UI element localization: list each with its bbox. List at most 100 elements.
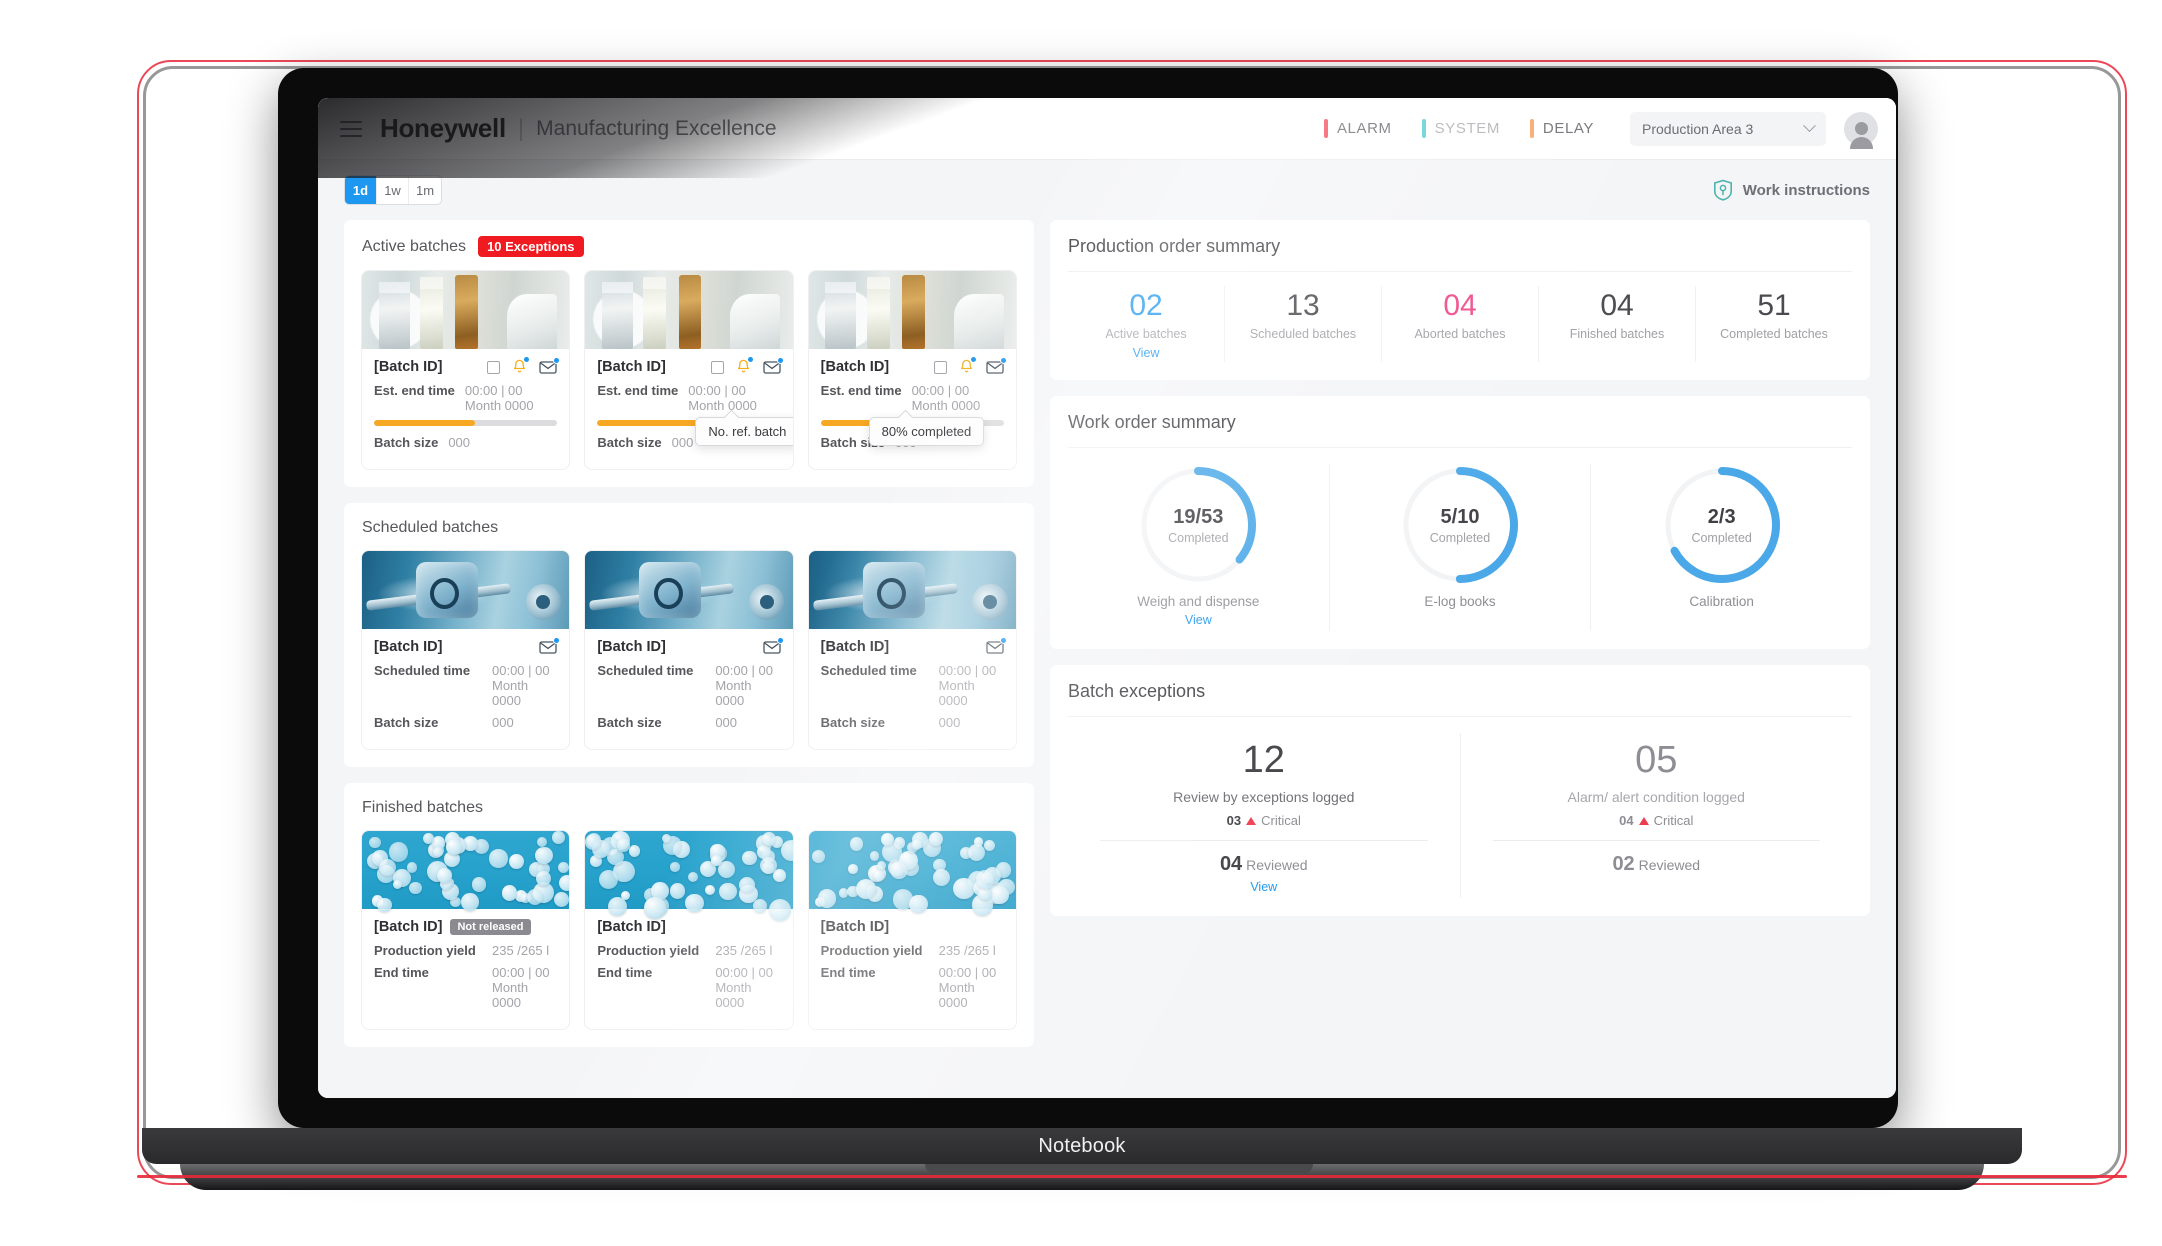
active-batch-card[interactable]: [Batch ID] Est. end time 00:00 | 00 Mont… <box>808 271 1016 469</box>
pill-shape <box>967 843 985 862</box>
production-yield-value: 235 /265 l <box>492 943 550 958</box>
batch-thumbnail-pills <box>362 831 570 913</box>
pill-shape <box>607 896 627 916</box>
pill-shape <box>932 868 950 886</box>
chevron-down-icon <box>1803 119 1816 133</box>
active-batch-body: [Batch ID] Est. end time 00:00 | 00 Mont… <box>362 349 569 469</box>
stat-value: 04 <box>1443 289 1477 322</box>
batch-size-label: Batch size <box>597 435 662 450</box>
production-area-select[interactable]: Production Area 3 <box>1630 111 1826 146</box>
exception-critical-label: Critical <box>1261 813 1301 829</box>
stat-completed-batches[interactable]: 51 Completed batches <box>1696 286 1852 362</box>
ampoule-shape <box>901 274 925 349</box>
pill-shape <box>535 846 553 865</box>
shield-badge-icon <box>1713 179 1732 201</box>
scheduled-batch-card[interactable]: [Batch ID] Scheduled time 00:00 | 00 Mon… <box>808 551 1016 749</box>
end-time-label: End time <box>597 965 653 980</box>
pill-shape <box>983 839 996 852</box>
batch-progress-fill <box>374 420 475 426</box>
batch-thumbnail-machinery <box>585 551 793 629</box>
est-end-time-row: Est. end time 00:00 | 00 Month 0000 <box>821 383 1004 413</box>
status-indicator-delay[interactable]: DELAY <box>1529 119 1594 138</box>
hamburger-icon[interactable] <box>340 120 362 137</box>
donut-weigh-and-dispense[interactable]: 19/53 Completed Weigh and dispense View <box>1068 464 1330 632</box>
exceptions-badge[interactable]: 10 Exceptions <box>478 236 584 257</box>
checkbox-icon[interactable] <box>933 360 947 374</box>
status-bar-delay <box>1529 119 1534 138</box>
stat-scheduled-batches[interactable]: 13 Scheduled batches <box>1225 286 1382 363</box>
finished-batch-card[interactable]: [Batch ID] Production yield 235 /265 l E… <box>808 831 1016 1029</box>
pill-shape <box>552 831 565 844</box>
pill-shape <box>616 838 631 852</box>
view-link[interactable]: View <box>1068 613 1329 627</box>
bell-icon[interactable] <box>736 356 754 375</box>
mail-icon[interactable] <box>986 637 1007 654</box>
work-instructions-button[interactable]: Work instructions <box>1713 179 1870 201</box>
scheduled-batch-card[interactable]: [Batch ID] Scheduled time 00:00 | 00 Mon… <box>362 551 570 749</box>
stat-finished-batches[interactable]: 04 Finished batches <box>1539 286 1696 363</box>
active-batch-card[interactable]: [Batch ID] Est. end time 00:00 | 00 Mont… <box>362 271 570 469</box>
finished-batch-card[interactable]: [Batch ID] Not released Production yield… <box>362 831 570 1029</box>
mail-icon[interactable] <box>539 637 561 654</box>
view-link[interactable]: View <box>1078 880 1450 894</box>
exception-review-by-exceptions[interactable]: 12 Review by exceptions logged 03 Critic… <box>1068 733 1461 899</box>
stat-label: Finished batches <box>1569 326 1665 341</box>
donut-chart: 19/53 Completed <box>1137 464 1259 586</box>
laptop-screen: Honeywell | Manufacturing Excellence ALA… <box>318 98 1896 1098</box>
time-range-toggle[interactable]: 1d 1w 1m <box>344 175 442 205</box>
pill-shape <box>670 862 680 872</box>
pill-shape <box>509 854 524 870</box>
pill-shape <box>849 836 864 851</box>
donut-sublabel: Completed <box>1429 530 1491 545</box>
scheduled-batch-top: [Batch ID] <box>820 637 1007 655</box>
status-indicator-alarm[interactable]: ALARM <box>1323 119 1392 138</box>
mail-icon[interactable] <box>986 357 1007 374</box>
status-bar-alarm <box>1323 119 1328 138</box>
left-column: Active batches 10 Exceptions [Batch ID] … <box>344 220 1034 1047</box>
stat-value: 04 <box>1600 289 1634 322</box>
avatar[interactable] <box>1844 111 1878 149</box>
scheduled-time-value: 00:00 | 00 Month 0000 <box>938 663 997 708</box>
tooltip-percent-completed: 80% completed <box>868 417 985 446</box>
mail-badge-dot <box>999 637 1007 644</box>
mail-icon[interactable] <box>539 357 561 374</box>
active-batch-card[interactable]: [Batch ID] Est. end time 00:00 | 00 Mont… <box>585 271 793 469</box>
est-end-time-row: Est. end time 00:00 | 00 Month 0000 <box>374 383 557 413</box>
range-1m-button[interactable]: 1m <box>409 176 441 204</box>
stat-aborted-batches[interactable]: 04 Aborted batches <box>1382 286 1539 363</box>
batch-thumbnail-machinery <box>808 551 1016 629</box>
exception-count: 05 <box>1635 739 1678 782</box>
production-yield-label: Production yield <box>820 943 923 958</box>
finished-batch-card[interactable]: [Batch ID] Production yield 235 /265 l E… <box>585 831 793 1029</box>
pill-shape <box>769 898 792 921</box>
production-yield-row: Production yield 235 /265 l <box>374 943 557 958</box>
mail-icon[interactable] <box>763 357 784 374</box>
pill-shape <box>389 842 409 862</box>
exception-alarm-alert-condition[interactable]: 05 Alarm/ alert condition logged 04 Crit… <box>1461 733 1853 898</box>
checkbox-icon[interactable] <box>710 360 724 374</box>
batch-exceptions-panel: Batch exceptions 12 Review by exceptions… <box>1050 665 1870 917</box>
range-1d-button[interactable]: 1d <box>345 176 377 204</box>
view-link[interactable]: View <box>1072 346 1220 360</box>
pill-shape <box>685 893 704 913</box>
status-indicator-system[interactable]: SYSTEM <box>1421 119 1500 138</box>
stat-active-batches[interactable]: 02 Active batches View <box>1068 286 1225 363</box>
user-icon <box>1849 122 1873 149</box>
scheduled-batch-card[interactable]: [Batch ID] Scheduled time 00:00 | 00 Mon… <box>585 551 793 749</box>
exception-reviewed-label: Reviewed <box>1638 857 1701 874</box>
batch-id: [Batch ID] <box>820 639 890 655</box>
range-1w-button[interactable]: 1w <box>377 176 409 204</box>
batch-id: [Batch ID] <box>820 359 890 375</box>
pill-shape <box>628 845 641 857</box>
donut-calibration[interactable]: 2/3 Completed Calibration <box>1591 464 1852 631</box>
pill-shape <box>644 897 666 919</box>
exception-critical-row: 03 Critical <box>1078 813 1450 828</box>
bell-icon[interactable] <box>959 356 977 375</box>
mail-icon[interactable] <box>763 637 784 654</box>
checkbox-icon[interactable] <box>487 360 501 374</box>
pill-shape <box>535 871 551 887</box>
production-area-value: Production Area 3 <box>1642 120 1754 137</box>
exception-reviewed-row: 02 Reviewed <box>1471 853 1843 876</box>
bell-icon[interactable] <box>512 356 531 375</box>
donut-e-log-books[interactable]: 5/10 Completed E-log books <box>1330 464 1592 632</box>
